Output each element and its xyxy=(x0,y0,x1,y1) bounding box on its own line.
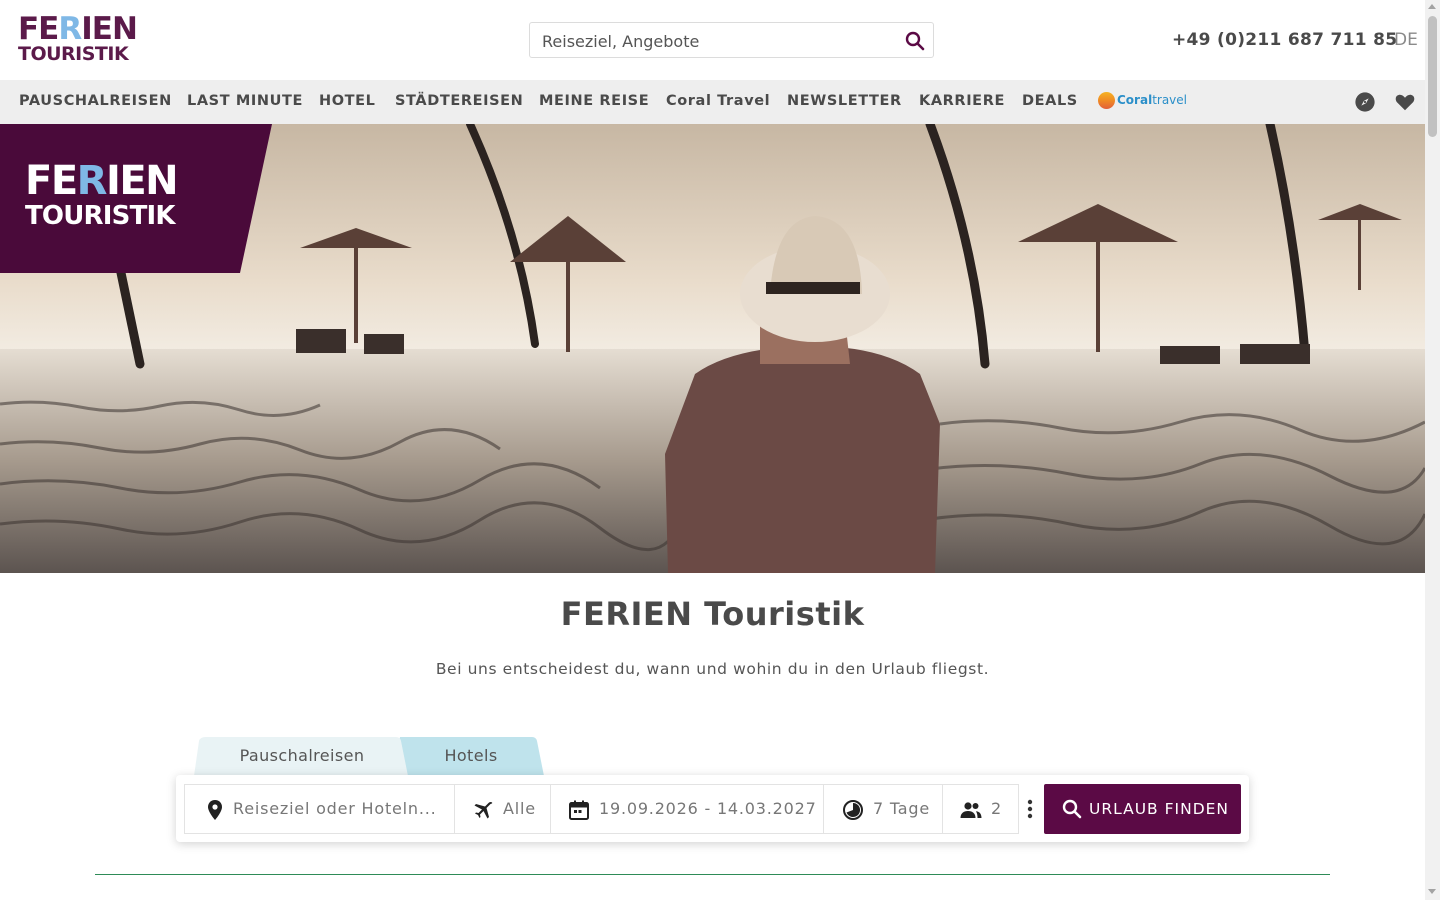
find-holiday-button[interactable]: URLAUB FINDEN xyxy=(1044,784,1241,834)
nav-item-staedtereisen[interactable]: STÄDTEREISEN xyxy=(395,93,523,109)
nav-item-newsletter[interactable]: NEWSLETTER xyxy=(787,93,902,109)
logo-line-1: FERIEN xyxy=(18,11,138,47)
search-icon xyxy=(1062,799,1082,819)
main-nav: PAUSCHALREISEN LAST MINUTE HOTEL STÄDTER… xyxy=(0,80,1425,124)
date-range-field[interactable]: 19.09.2026 - 14.03.2027 xyxy=(550,784,824,834)
nav-item-meine-reise[interactable]: MEINE REISE xyxy=(539,93,649,109)
travellers-field[interactable]: 2 xyxy=(942,784,1019,834)
scroll-down-arrow-icon[interactable] xyxy=(1428,889,1436,894)
location-pin-icon xyxy=(208,800,222,820)
coral-travel-logo-text: Coraltravel xyxy=(1117,93,1187,107)
tab-hotels[interactable]: Hotels xyxy=(404,737,538,776)
nav-item-pauschalreisen[interactable]: PAUSCHALREISEN xyxy=(19,93,172,109)
nav-item-karriere[interactable]: KARRIERE xyxy=(919,93,1005,109)
header: FERIEN TOURISTIK +49 (0)211 687 711 85 D… xyxy=(0,0,1425,80)
more-options-icon[interactable] xyxy=(1024,797,1036,821)
page-title: FERIEN Touristik xyxy=(560,595,865,633)
scrollbar-thumb[interactable] xyxy=(1428,16,1437,137)
destination-placeholder: Reiseziel oder Hoteln... xyxy=(233,799,437,818)
site-logo[interactable]: FERIEN TOURISTIK xyxy=(18,14,142,66)
search-input[interactable] xyxy=(542,30,892,52)
travellers-value: 2 xyxy=(991,799,1002,818)
logo-line-2: TOURISTIK xyxy=(18,43,129,65)
nav-item-coral-travel[interactable]: Coral Travel xyxy=(666,93,770,109)
phone-number[interactable]: +49 (0)211 687 711 85 xyxy=(1172,30,1397,50)
destination-field[interactable]: Reiseziel oder Hoteln... xyxy=(184,784,455,834)
airplane-icon xyxy=(474,801,493,819)
scroll-up-arrow-icon[interactable] xyxy=(1428,4,1436,9)
date-range-value: 19.09.2026 - 14.03.2027 xyxy=(599,799,817,818)
page-subtitle: Bei uns entscheidest du, wann und wohin … xyxy=(435,660,990,678)
calendar-icon xyxy=(569,800,589,820)
duration-value: 7 Tage xyxy=(873,799,930,818)
duration-field[interactable]: 7 Tage xyxy=(823,784,943,834)
people-icon xyxy=(960,802,982,818)
heart-icon[interactable] xyxy=(1394,91,1416,113)
nav-item-deals[interactable]: DEALS xyxy=(1022,93,1078,109)
nav-item-last-minute[interactable]: LAST MINUTE xyxy=(187,93,303,109)
coral-travel-ball-icon xyxy=(1098,92,1115,109)
search-icon[interactable] xyxy=(903,29,927,53)
tab-pauschalreisen[interactable]: Pauschalreisen xyxy=(202,737,402,776)
language-switcher[interactable]: DE xyxy=(1394,30,1418,50)
section-divider xyxy=(95,874,1330,875)
find-holiday-label: URLAUB FINDEN xyxy=(1089,800,1230,818)
nav-item-hotel[interactable]: HOTEL xyxy=(319,93,376,109)
airport-value: Alle xyxy=(503,799,536,818)
airport-field[interactable]: Alle xyxy=(454,784,551,834)
hero-badge-line-2: TOURISTIK xyxy=(25,201,176,231)
header-search xyxy=(529,22,934,58)
compass-icon[interactable] xyxy=(1354,91,1376,113)
hero-badge-line-1: FERIEN xyxy=(25,158,179,204)
duration-icon xyxy=(843,800,863,820)
page-scrollbar[interactable] xyxy=(1425,0,1440,900)
